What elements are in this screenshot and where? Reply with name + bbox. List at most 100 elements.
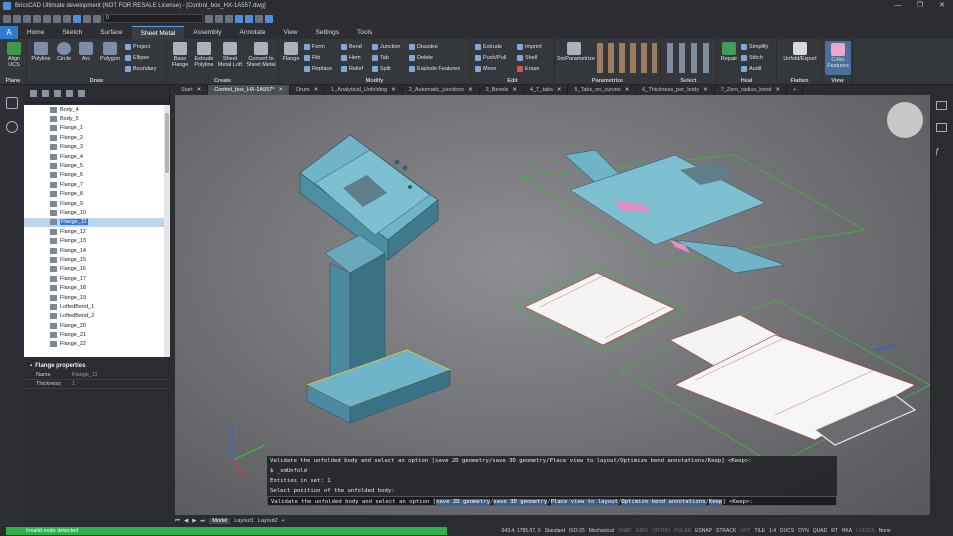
- tree-item[interactable]: Flange_14: [24, 246, 164, 255]
- tree-item[interactable]: Flange_9: [24, 199, 164, 208]
- tree-item[interactable]: Flange_5: [24, 161, 164, 170]
- close-icon[interactable]: ✕: [776, 85, 781, 95]
- split-button[interactable]: Split: [372, 66, 391, 72]
- tab-tools[interactable]: Tools: [348, 26, 381, 39]
- layers-icon[interactable]: [936, 123, 947, 132]
- tab-button[interactable]: Tab: [372, 55, 389, 61]
- doc-tab-control-box[interactable]: Control_box_HX-1A557* ✕: [208, 85, 291, 95]
- junction-button[interactable]: Junction: [372, 44, 401, 50]
- status-toggle[interactable]: Standard: [545, 526, 565, 536]
- convert-sheet-metal-button[interactable]: Convert to Sheet Metal: [245, 42, 277, 68]
- tab-sheet-metal[interactable]: Sheet Metal: [131, 25, 185, 40]
- measure-icon[interactable]: [215, 14, 223, 23]
- status-toggle[interactable]: ORTHO: [652, 526, 670, 536]
- app-menu-button[interactable]: A: [0, 26, 18, 39]
- property-value[interactable]: 1: [72, 381, 75, 387]
- sheet-metal-loft-button[interactable]: Sheet Metal Loft: [217, 42, 243, 68]
- next-layout-icon[interactable]: ▶: [192, 518, 196, 524]
- status-toggle[interactable]: Mechanical: [589, 526, 614, 536]
- tree-item[interactable]: Flange_4: [24, 152, 164, 161]
- tree-item[interactable]: Flange_20: [24, 321, 164, 330]
- tree-item[interactable]: Flange_19: [24, 293, 164, 302]
- first-layout-icon[interactable]: ⏮: [175, 518, 180, 525]
- rib-button[interactable]: Rib: [304, 55, 320, 61]
- tree-item[interactable]: Flange_12: [24, 227, 164, 236]
- move-button[interactable]: Move: [475, 66, 496, 72]
- tree-item[interactable]: Flange_6: [24, 171, 164, 180]
- stitch-button[interactable]: Stitch: [741, 55, 763, 61]
- status-toggle[interactable]: RT: [831, 526, 838, 536]
- status-toggle[interactable]: TILE: [755, 526, 766, 536]
- open-icon[interactable]: [13, 14, 21, 23]
- match-icon[interactable]: [205, 14, 213, 23]
- shield-icon[interactable]: [6, 121, 18, 133]
- polyline-button[interactable]: Polyline: [30, 42, 52, 62]
- tree-item[interactable]: Flange_21: [24, 330, 164, 339]
- circle-button[interactable]: Circle: [54, 42, 74, 62]
- cube-icon[interactable]: [6, 97, 18, 109]
- filter-icon[interactable]: [30, 90, 37, 97]
- status-toggle[interactable]: ISO-25: [569, 526, 585, 536]
- close-icon[interactable]: ✕: [557, 85, 562, 95]
- close-button[interactable]: ✕: [931, 0, 953, 11]
- boundary-button[interactable]: Boundary: [125, 66, 157, 72]
- tab-sketch[interactable]: Sketch: [53, 26, 91, 39]
- lightbulb-icon[interactable]: [73, 14, 81, 23]
- status-toggle[interactable]: HKA: [842, 526, 852, 536]
- close-icon[interactable]: ✕: [278, 85, 283, 95]
- erase-button[interactable]: Erase: [517, 66, 539, 72]
- render-icon[interactable]: [245, 14, 253, 23]
- tree-item[interactable]: Flange_11: [24, 217, 164, 228]
- replace-button[interactable]: Replace: [304, 66, 332, 72]
- tree-item[interactable]: Flange_10: [24, 208, 164, 217]
- tab-view[interactable]: View: [275, 26, 307, 39]
- doc-tab-t-tabs[interactable]: 4_T_tabs ✕: [524, 85, 569, 95]
- option-save-2d[interactable]: save 2D geometry: [436, 499, 490, 505]
- close-icon[interactable]: ✕: [625, 85, 630, 95]
- status-toggle[interactable]: DUCS: [780, 526, 794, 536]
- last-layout-icon[interactable]: ⏭: [200, 518, 205, 525]
- tree-item[interactable]: LoftedBend_2: [24, 312, 164, 321]
- unfolded-pattern-flat[interactable]: [619, 299, 931, 466]
- hem-button[interactable]: Hem: [341, 55, 361, 61]
- color-features-button[interactable]: Color Features: [825, 41, 851, 75]
- model-canvas[interactable]: [175, 95, 931, 515]
- tree-item[interactable]: LoftedBend_1: [24, 302, 164, 311]
- close-icon[interactable]: ✕: [197, 85, 202, 95]
- status-toggle[interactable]: LWT: [740, 526, 750, 536]
- tab-surface[interactable]: Surface: [91, 26, 131, 39]
- tree-item[interactable]: Flange_22: [24, 340, 164, 349]
- status-toggle[interactable]: None: [879, 526, 891, 536]
- settings-icon[interactable]: [255, 14, 263, 23]
- doc-tab-drum[interactable]: Drum ✕: [290, 85, 326, 95]
- tab-layout1[interactable]: Layout1: [234, 518, 254, 524]
- function-icon[interactable]: ƒ: [935, 147, 939, 156]
- search-icon[interactable]: [66, 90, 73, 97]
- tree-item[interactable]: Flange_15: [24, 255, 164, 264]
- redo-icon[interactable]: [63, 14, 71, 23]
- polygon-button[interactable]: Polygon: [98, 42, 122, 62]
- properties-icon[interactable]: [225, 14, 233, 23]
- status-toggle[interactable]: STRACK: [716, 526, 736, 536]
- tree-item[interactable]: Flange_13: [24, 236, 164, 245]
- tree-scrollbar[interactable]: [164, 105, 170, 357]
- close-icon[interactable]: ✕: [703, 85, 708, 95]
- collapse-icon[interactable]: ▪: [30, 363, 32, 369]
- option-save-3d[interactable]: save 3D geometry: [493, 499, 548, 505]
- status-toggle[interactable]: SNAP: [618, 526, 632, 536]
- layer-icon[interactable]: [93, 14, 101, 23]
- doc-tab-bevels[interactable]: 3_Bevels ✕: [480, 85, 524, 95]
- shell-button[interactable]: Shell: [517, 55, 537, 61]
- print-icon[interactable]: [43, 14, 51, 23]
- status-toggle[interactable]: POLAR: [674, 526, 691, 536]
- align-ucs-button[interactable]: Align UCS: [3, 42, 25, 68]
- status-toggle[interactable]: LOCKUI: [856, 526, 875, 536]
- sliders-icon[interactable]: [936, 101, 947, 110]
- smparametrize-button[interactable]: SmParametrize: [557, 42, 595, 62]
- status-toggle[interactable]: 1:4: [769, 526, 776, 536]
- doc-tab-start[interactable]: Start ✕: [175, 85, 209, 95]
- minimize-button[interactable]: —: [887, 0, 909, 11]
- tree-icon[interactable]: [78, 90, 85, 97]
- tree-item[interactable]: Flange_17: [24, 274, 164, 283]
- tree-item[interactable]: Flange_8: [24, 190, 164, 199]
